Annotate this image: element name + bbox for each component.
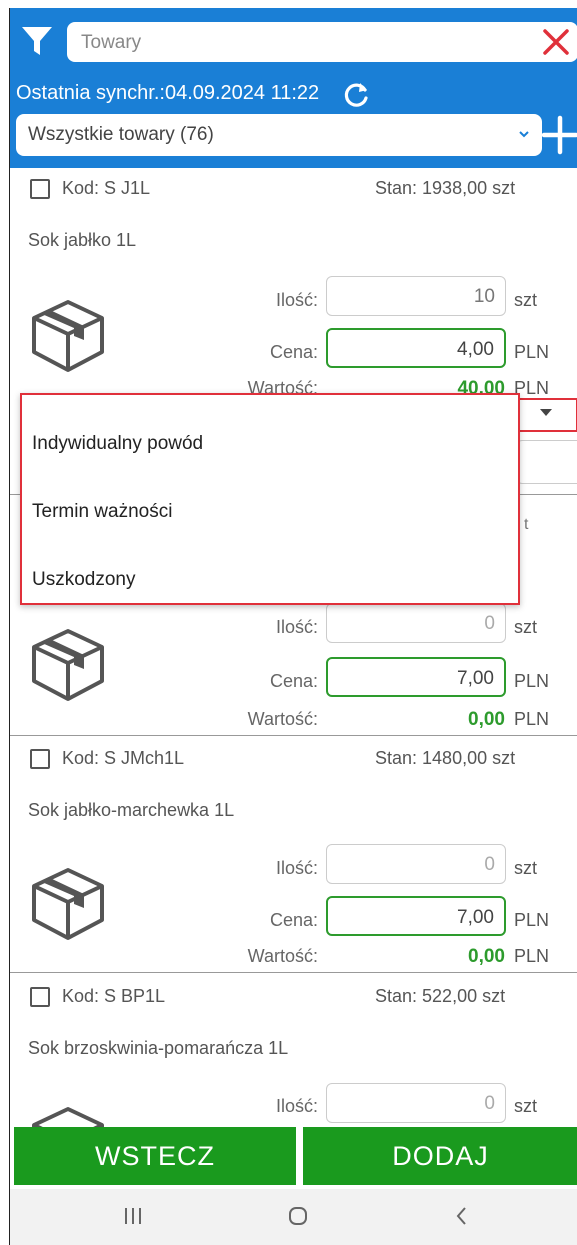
home-icon[interactable] (287, 1205, 309, 1227)
value-label: Wartość: (247, 709, 318, 729)
price-unit: PLN (514, 342, 550, 362)
product-code: Kod: S BP1L (62, 986, 166, 1006)
price-unit: PLN (514, 910, 550, 930)
add-icon[interactable] (542, 112, 577, 158)
reason-option[interactable]: Termin ważności (32, 501, 172, 523)
product-stock: Stan: 1938,00 szt (375, 178, 516, 198)
qty-unit: szt (514, 617, 538, 637)
qty-input[interactable]: 0 (326, 1083, 506, 1123)
reason-option[interactable]: Indywidualny powód (32, 433, 203, 455)
reason-select-toggle[interactable] (516, 398, 577, 432)
reason-option[interactable]: Uszkodzony (32, 569, 136, 591)
chevron-down-icon (519, 131, 529, 138)
qty-label: Ilość: (275, 290, 318, 310)
back-nav-icon[interactable] (451, 1205, 473, 1227)
product-filter-select[interactable]: Wszystkie towary (76) (16, 114, 542, 156)
product-card: Kod: S JMch1L Stan: 1480,00 szt Sok jabł… (10, 736, 577, 973)
price-label: Cena: (269, 910, 318, 930)
add-button[interactable]: DODAJ (303, 1127, 577, 1185)
product-name: Sok jabłko-marchewka 1L (28, 800, 235, 820)
value-unit: PLN (514, 946, 550, 966)
product-card: Kod: S BP1L Stan: 522,00 szt Sok brzoskw… (10, 973, 577, 1179)
price-input[interactable]: 4,00 (326, 328, 506, 368)
qty-input[interactable]: 10 (326, 276, 506, 316)
qty-value: 0 (484, 854, 495, 875)
line-value: 0,00 (468, 709, 505, 730)
price-value: 7,00 (457, 668, 494, 689)
product-checkbox[interactable] (30, 749, 50, 769)
box-icon (32, 300, 104, 372)
search-input[interactable] (79, 22, 503, 64)
qty-label: Ilość: (275, 858, 318, 878)
price-input[interactable]: 7,00 (326, 896, 506, 936)
back-button[interactable]: WSTECZ (14, 1127, 296, 1185)
price-label: Cena: (269, 342, 318, 362)
reason-dropdown-list: Indywidualny powód Termin ważności Uszko… (20, 393, 520, 605)
box-icon (32, 868, 104, 940)
close-icon[interactable] (540, 26, 572, 58)
qty-label: Ilość: (275, 617, 318, 637)
qty-value: 0 (484, 613, 495, 634)
product-name: Sok brzoskwinia-pomarańcza 1L (28, 1038, 289, 1058)
product-stock: Stan: 1480,00 szt (375, 748, 516, 768)
refresh-icon[interactable] (341, 80, 371, 110)
qty-value: 0 (484, 1093, 495, 1114)
price-value: 4,00 (457, 339, 494, 360)
price-unit: PLN (514, 671, 550, 691)
product-code: Kod: S JMch1L (62, 748, 185, 768)
app-screen: Ostatnia synchr.:04.09.2024 11:22 Wszyst… (9, 8, 577, 1245)
price-input[interactable]: 7,00 (326, 657, 506, 697)
reason-note-input[interactable] (516, 440, 577, 484)
qty-input[interactable]: 0 (326, 844, 506, 884)
product-name: Sok jabłko 1L (28, 230, 137, 250)
qty-unit: szt (514, 1096, 538, 1116)
filter-icon[interactable] (20, 24, 54, 58)
last-sync-label: Ostatnia synchr.:04.09.2024 11:22 (16, 82, 320, 104)
product-stock: Stan: 522,00 szt (375, 986, 506, 1006)
peek-text: t (524, 516, 529, 533)
caret-down-icon (540, 409, 552, 416)
product-checkbox[interactable] (30, 179, 50, 199)
price-label: Cena: (269, 671, 318, 691)
search-box (67, 22, 577, 64)
qty-input[interactable]: 0 (326, 603, 506, 643)
product-checkbox[interactable] (30, 987, 50, 1007)
recent-apps-icon[interactable] (122, 1205, 144, 1227)
system-nav-bar (10, 1189, 577, 1245)
price-value: 7,00 (457, 907, 494, 928)
qty-label: Ilość: (275, 1096, 318, 1116)
qty-unit: szt (514, 290, 538, 310)
value-label: Wartość: (247, 946, 318, 966)
product-code: Kod: S J1L (62, 178, 151, 198)
box-icon (32, 629, 104, 701)
product-filter-value: Wszystkie towary (76) (28, 124, 214, 145)
qty-unit: szt (514, 858, 538, 878)
qty-value: 10 (473, 286, 495, 307)
line-value: 0,00 (468, 946, 505, 967)
value-unit: PLN (514, 709, 550, 729)
